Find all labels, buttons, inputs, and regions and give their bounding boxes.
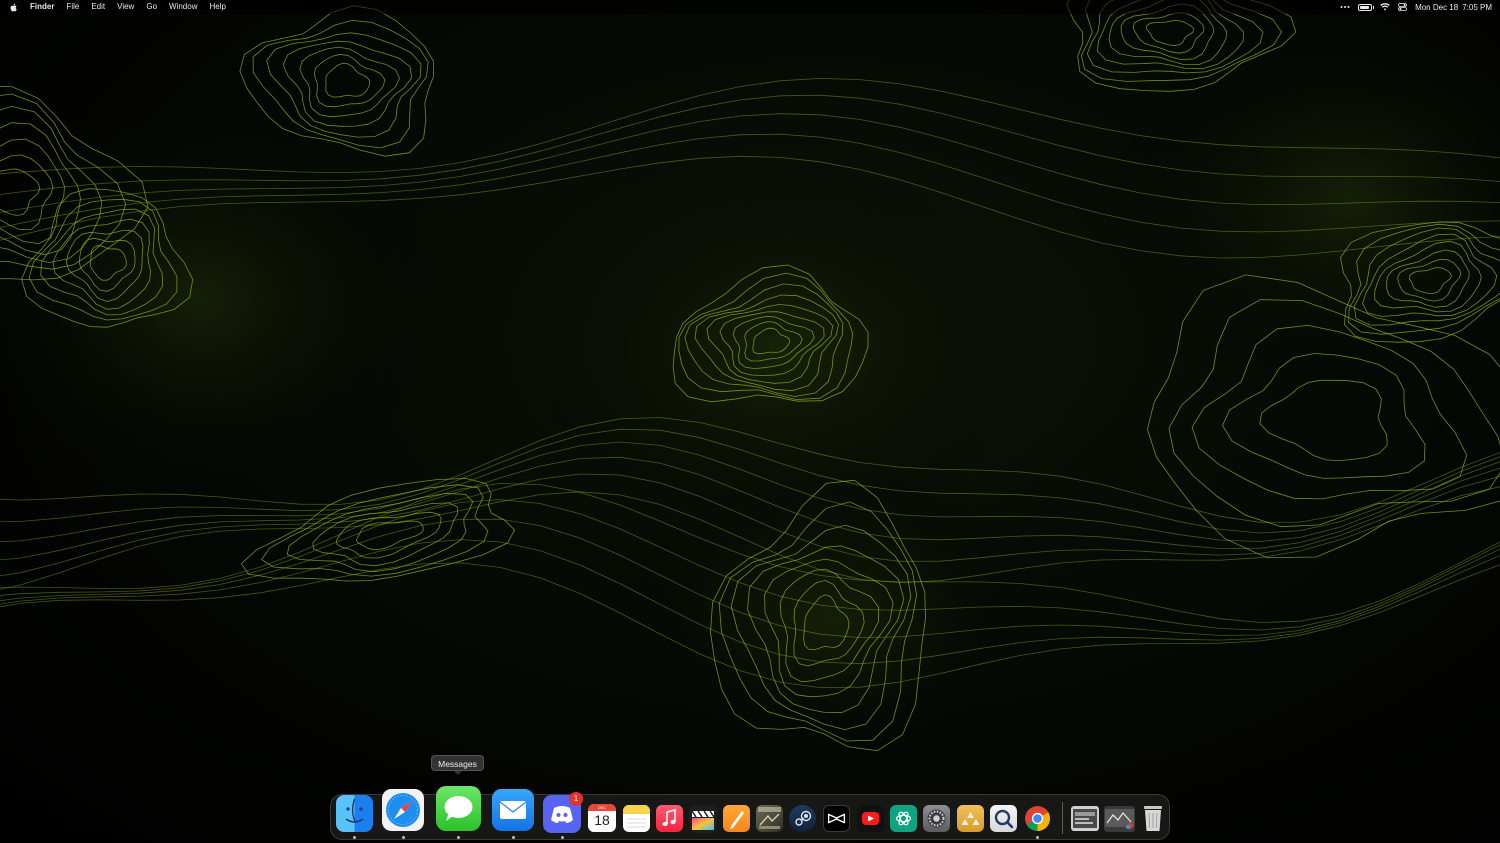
menu-bar-clock[interactable]: Mon Dec 18 7:05 PM	[1415, 3, 1492, 12]
documents-stack-icon[interactable]	[1104, 806, 1135, 832]
music-icon[interactable]	[656, 805, 683, 832]
capcut-icon[interactable]	[823, 805, 850, 832]
discord-running-dot	[561, 836, 564, 839]
settings-icon[interactable]	[923, 805, 950, 832]
apple-icon[interactable]	[10, 3, 18, 12]
pages-icon[interactable]	[723, 805, 750, 832]
messages-running-dot	[457, 836, 460, 839]
contour-line	[1146, 19, 1195, 46]
menu-view[interactable]: View	[111, 0, 140, 14]
dock-tooltip: Messages	[431, 755, 484, 775]
menu-bar: Finder File Edit View Go Window Help Mon…	[0, 0, 1500, 14]
contour-line	[313, 53, 386, 108]
desktop	[0, 0, 1500, 843]
menu-help[interactable]: Help	[203, 0, 231, 14]
chatgpt-icon[interactable]	[890, 805, 917, 832]
contour-line	[336, 511, 442, 559]
game-icon[interactable]	[756, 805, 783, 832]
safari-running-dot	[402, 836, 405, 839]
more-dots-icon[interactable]	[1340, 0, 1350, 14]
dock-separator	[1062, 802, 1063, 834]
clock-date: Mon Dec 18	[1415, 2, 1459, 12]
safari-icon[interactable]	[382, 789, 424, 831]
menu-window[interactable]: Window	[163, 0, 203, 14]
calendar-month: DEC	[588, 804, 616, 811]
battery-icon[interactable]	[1358, 0, 1375, 14]
finder-running-dot	[353, 836, 356, 839]
final-cut-icon[interactable]	[689, 805, 717, 833]
topographic-wallpaper	[0, 0, 1500, 780]
wifi-icon[interactable]	[1380, 0, 1390, 14]
steam-icon[interactable]	[789, 805, 816, 832]
notes-icon[interactable]	[623, 805, 650, 832]
chrome-icon[interactable]	[1024, 805, 1051, 832]
app-name-menu[interactable]: Finder	[24, 0, 60, 14]
finder-icon[interactable]	[336, 795, 373, 832]
folder-icon[interactable]	[957, 805, 984, 832]
menu-go[interactable]: Go	[140, 0, 163, 14]
proxy-icon[interactable]	[990, 805, 1017, 832]
youtube-icon[interactable]	[857, 805, 884, 832]
clock-time: 7:05 PM	[1462, 2, 1492, 12]
messages-icon[interactable]	[436, 786, 481, 831]
control-center-icon[interactable]	[1398, 0, 1407, 14]
mail-running-dot	[512, 836, 515, 839]
chrome-running-dot	[1036, 836, 1039, 839]
mail-icon[interactable]	[492, 789, 534, 831]
calendar-icon[interactable]: DEC 18	[588, 804, 616, 832]
menu-file[interactable]: File	[60, 0, 85, 14]
menu-edit[interactable]: Edit	[85, 0, 111, 14]
trash-icon[interactable]	[1141, 803, 1165, 833]
discord-badge: 1	[569, 792, 583, 806]
contour-line	[325, 62, 371, 98]
downloads-stack-icon[interactable]	[1071, 806, 1099, 831]
calendar-day: 18	[594, 812, 610, 828]
